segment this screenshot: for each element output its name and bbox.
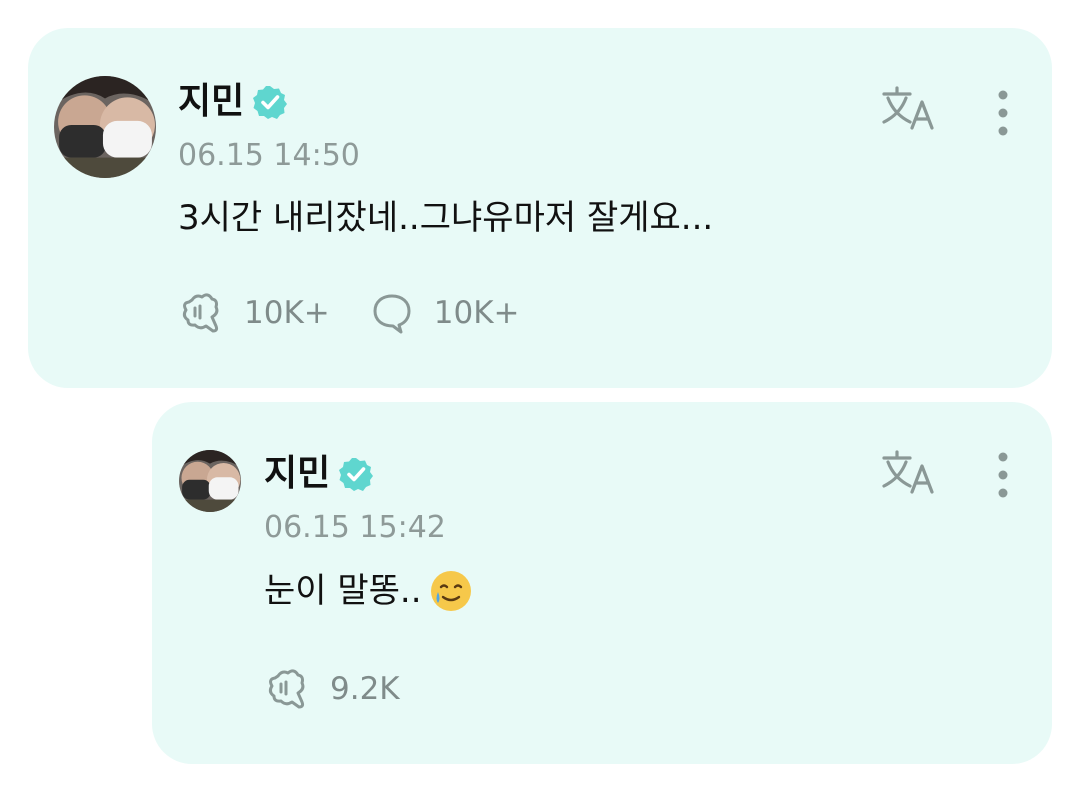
- like-count: 10K+: [244, 295, 330, 331]
- like-button[interactable]: 10K+: [178, 290, 330, 336]
- author-row: 지민: [178, 80, 288, 124]
- reply-text: 눈이 말똥..: [264, 571, 422, 611]
- like-icon: [268, 669, 305, 709]
- verified-badge-icon: [253, 86, 288, 119]
- author-name[interactable]: 지민: [178, 80, 244, 124]
- more-vertical-icon: [998, 90, 1008, 136]
- comment-icon: [373, 294, 411, 334]
- avatar[interactable]: [179, 450, 241, 512]
- more-options-button[interactable]: [993, 450, 1013, 500]
- more-options-button[interactable]: [993, 88, 1013, 138]
- comment-button[interactable]: 10K+: [368, 290, 520, 336]
- smiling-face-with-tear-emoji: [430, 571, 471, 611]
- post-timestamp: 06.15 14:50: [178, 138, 360, 173]
- avatar-photo: [54, 76, 156, 178]
- like-button[interactable]: 9.2K: [264, 666, 400, 712]
- like-count: 9.2K: [330, 671, 400, 707]
- translate-button[interactable]: [880, 84, 940, 136]
- post-card[interactable]: 지민 06.15 14:50 3시간 내리잤네..그냐유마저 잘게요... 10…: [28, 28, 1052, 388]
- verified-badge-icon: [339, 458, 374, 491]
- reply-content: 눈이 말똥..: [264, 568, 474, 614]
- reply-stats: 9.2K: [264, 666, 438, 712]
- post-text: 3시간 내리잤네..그냐유마저 잘게요...: [178, 198, 714, 238]
- translate-icon: [882, 450, 934, 494]
- author-row: 지민: [264, 452, 374, 496]
- reply-card[interactable]: 지민 06.15 15:42 눈이 말똥.. 9.2K: [152, 402, 1052, 764]
- like-icon: [182, 293, 219, 333]
- translate-button[interactable]: [880, 448, 940, 500]
- post-stats: 10K+ 10K+: [178, 290, 558, 336]
- comment-count: 10K+: [433, 295, 520, 331]
- reply-timestamp: 06.15 15:42: [264, 510, 446, 545]
- more-vertical-icon: [998, 452, 1008, 498]
- avatar[interactable]: [54, 76, 156, 178]
- author-name[interactable]: 지민: [264, 452, 330, 496]
- translate-icon: [882, 86, 934, 130]
- avatar-photo: [179, 450, 241, 512]
